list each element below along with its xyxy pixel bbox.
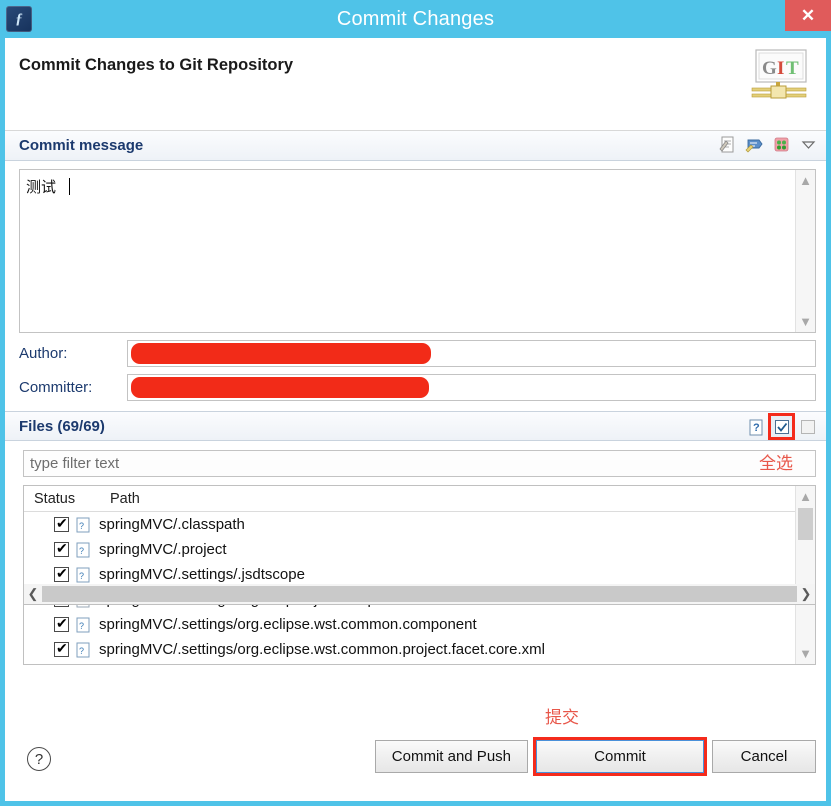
commit-message-label: Commit message (19, 137, 144, 154)
insert-change-id-icon[interactable] (745, 135, 764, 154)
annotation-select-all: 全选 (759, 454, 793, 474)
column-header-path: Path (110, 490, 140, 507)
scroll-up-icon[interactable]: ▲ (799, 170, 812, 191)
commit-changes-dialog: ƒ Commit Changes ✕ Commit Changes to Git… (0, 0, 831, 806)
file-path: springMVC/.classpath (99, 516, 245, 533)
untracked-file-icon: ? (76, 642, 90, 657)
git-logo: G I T (751, 49, 807, 99)
scrollbar-thumb[interactable] (798, 508, 813, 540)
cancel-button[interactable]: Cancel (712, 740, 816, 773)
row-checkbox[interactable] (54, 565, 69, 582)
files-list: Status Path ? springMVC/.classpath ? spr… (23, 485, 816, 665)
annotation-submit: 提交 (545, 708, 579, 728)
untracked-file-icon: ? (76, 617, 90, 632)
file-path: springMVC/.project (99, 541, 227, 558)
insert-signed-off-by-icon[interactable] (718, 135, 737, 154)
committer-field[interactable] (127, 374, 816, 401)
row-checkbox[interactable] (54, 515, 69, 532)
add-gerrit-icon[interactable] (772, 135, 791, 154)
svg-text:?: ? (79, 571, 84, 581)
untracked-file-icon: ? (76, 542, 90, 557)
file-path: springMVC/.settings/.jsdtscope (99, 566, 305, 583)
dialog-footer: 提交 ? Commit and Push Commit Cancel (5, 708, 826, 801)
untracked-file-icon: ? (76, 517, 90, 532)
commit-and-push-button[interactable]: Commit and Push (374, 740, 528, 773)
svg-text:G: G (762, 58, 777, 79)
scroll-right-icon[interactable]: ❯ (797, 586, 815, 602)
author-redaction (131, 343, 431, 364)
untracked-file-icon: ? (76, 567, 90, 582)
deselect-all-icon[interactable] (797, 416, 818, 437)
svg-text:T: T (786, 58, 799, 79)
row-checkbox[interactable] (54, 615, 69, 632)
committer-row: Committer: (19, 374, 816, 401)
page-title: Commit Changes to Git Repository (19, 56, 294, 74)
author-label: Author: (19, 345, 68, 362)
svg-text:?: ? (79, 646, 84, 656)
files-horizontal-scrollbar[interactable]: ❮ ❯ (23, 584, 816, 605)
table-row[interactable]: ? springMVC/.project (24, 537, 815, 562)
files-list-scrollbar[interactable]: ▲ ▼ (795, 486, 815, 664)
author-field[interactable] (127, 340, 816, 367)
svg-text:I: I (777, 58, 784, 79)
dialog-body: Commit message 测试 ▲ ▼ Author: Committer:… (5, 131, 826, 801)
author-row: Author: (19, 340, 816, 367)
commit-message-toolbar (718, 135, 818, 154)
close-icon[interactable]: ✕ (785, 0, 831, 31)
text-caret (69, 178, 70, 195)
dialog-header: Commit Changes to Git Repository G I T (5, 38, 826, 131)
scroll-left-icon[interactable]: ❮ (24, 586, 42, 602)
scroll-down-icon[interactable]: ▼ (799, 311, 812, 332)
svg-text:?: ? (79, 621, 84, 631)
file-path: springMVC/.settings/org.eclipse.wst.comm… (99, 616, 477, 633)
window-title: Commit Changes (336, 7, 495, 30)
column-header-status: Status (34, 490, 76, 507)
row-checkbox[interactable] (54, 540, 69, 557)
help-icon[interactable]: ? (27, 747, 51, 771)
commit-button[interactable]: Commit (533, 737, 707, 776)
table-row[interactable]: ? springMVC/.settings/org.eclipse.wst.co… (24, 637, 815, 662)
title-bar: ƒ Commit Changes ✕ (0, 0, 831, 38)
svg-text:?: ? (79, 521, 84, 531)
show-untracked-files-icon[interactable]: ? (745, 416, 766, 437)
filter-input[interactable]: type filter text 全选 (23, 450, 816, 477)
commit-message-section-header: Commit message (5, 131, 826, 161)
commit-message-input[interactable]: 测试 ▲ ▼ (19, 169, 816, 333)
scroll-up-icon[interactable]: ▲ (799, 486, 812, 507)
footer-buttons: Commit and Push Commit Cancel (374, 737, 816, 776)
committer-redaction (131, 377, 429, 398)
files-label: Files (69/69) (19, 417, 105, 435)
filter-placeholder: type filter text (30, 455, 120, 472)
svg-text:?: ? (79, 546, 84, 556)
commit-message-scrollbar[interactable]: ▲ ▼ (795, 170, 815, 332)
file-path: springMVC/.settings/org.eclipse.wst.comm… (99, 641, 545, 658)
files-section-header: Files (69/69) ? (5, 411, 826, 441)
hscrollbar-thumb[interactable] (42, 586, 797, 602)
scroll-down-icon[interactable]: ▼ (799, 643, 812, 664)
select-all-icon[interactable] (768, 413, 795, 440)
svg-text:?: ? (753, 422, 760, 434)
commit-message-value: 测试 (26, 178, 57, 196)
files-toolbar: ? (745, 413, 818, 440)
table-row[interactable]: ? springMVC/.classpath (24, 512, 815, 537)
chevron-down-icon[interactable] (799, 135, 818, 154)
row-checkbox[interactable] (54, 640, 69, 657)
table-row[interactable]: ? springMVC/.settings/org.eclipse.wst.co… (24, 612, 815, 637)
app-icon: ƒ (6, 6, 32, 32)
files-list-header: Status Path (24, 486, 815, 512)
committer-label: Committer: (19, 379, 93, 396)
